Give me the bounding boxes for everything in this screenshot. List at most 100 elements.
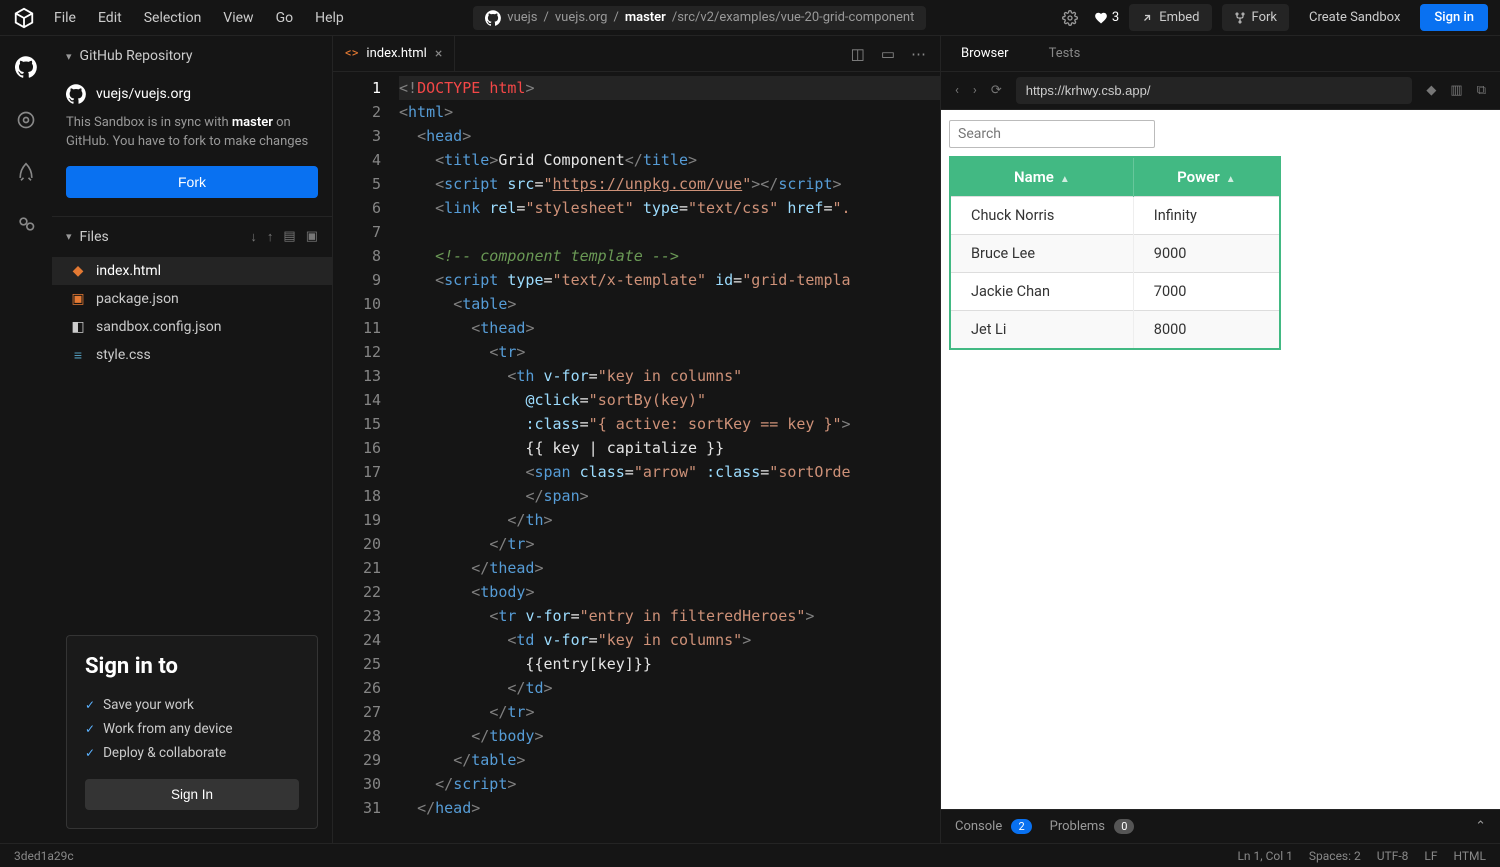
live-activity-icon[interactable] — [16, 214, 36, 238]
breadcrumb-branch: master — [625, 10, 666, 25]
nav-back-icon[interactable]: ‹ — [955, 83, 959, 98]
line-gutter: 1234567891011121314151617181920212223242… — [333, 72, 395, 843]
collapse-console-icon[interactable]: ⌃ — [1475, 819, 1486, 834]
menu-selection[interactable]: Selection — [144, 10, 202, 26]
github-icon — [485, 10, 501, 26]
table-row: Jet Li8000 — [950, 311, 1280, 350]
html-file-icon: ◆ — [70, 263, 86, 279]
likes-heart[interactable]: 3 — [1094, 4, 1119, 32]
file-item-sandbox-config[interactable]: ◧ sandbox.config.json — [52, 313, 332, 341]
preview-panel: Browser Tests ‹ › ⟳ ◆ ▥ ⧉ Search Name▲ P… — [940, 36, 1500, 843]
sort-arrow-icon: ▲ — [1060, 174, 1070, 185]
new-file-icon[interactable]: ▤ — [283, 229, 295, 244]
sync-status-text: This Sandbox is in sync with master on G… — [52, 114, 332, 166]
file-item-style-css[interactable]: ≡ style.css — [52, 341, 332, 370]
benefit-1: ✓Save your work — [85, 693, 299, 717]
code-content[interactable]: <!DOCTYPE html><html> <head> <title>Grid… — [395, 72, 940, 843]
editor-tab-index-html[interactable]: <> index.html × — [333, 36, 455, 71]
signin-card-title: Sign in to — [85, 654, 299, 679]
preview-footer: Console 2 Problems 0 ⌃ — [941, 809, 1500, 843]
preview-layout2-icon[interactable]: ▥ — [1450, 83, 1462, 98]
layout-icon[interactable]: ▭ — [881, 45, 895, 63]
status-encoding[interactable]: UTF-8 — [1377, 849, 1409, 863]
activity-bar — [0, 36, 52, 843]
data-table: Name▲ Power▲ Chuck NorrisInfinity Bruce … — [949, 156, 1281, 350]
close-tab-icon[interactable]: × — [435, 46, 442, 62]
sort-arrow-icon: ▲ — [1226, 174, 1236, 185]
breadcrumb-path: /src/v2/examples/vue-20-grid-component — [672, 10, 915, 25]
col-power-header[interactable]: Power▲ — [1133, 157, 1280, 197]
menu-go[interactable]: Go — [276, 10, 294, 26]
reload-icon[interactable]: ⟳ — [991, 83, 1002, 98]
embed-button[interactable]: Embed — [1129, 4, 1211, 31]
sidebar-repo-header[interactable]: ▾ GitHub Repository — [52, 36, 332, 76]
gear-icon[interactable] — [1056, 4, 1084, 32]
status-commit[interactable]: 3ded1a29c — [14, 849, 74, 863]
status-eol[interactable]: LF — [1424, 849, 1437, 863]
config-activity-icon[interactable] — [16, 110, 36, 134]
preview-layout1-icon[interactable]: ◆ — [1426, 83, 1436, 98]
editor: <> index.html × ◫ ▭ ⋯ 123456789101112131… — [333, 36, 940, 843]
table-row: Bruce Lee9000 — [950, 235, 1280, 273]
github-activity-icon[interactable] — [15, 56, 37, 82]
status-spaces[interactable]: Spaces: 2 — [1309, 849, 1361, 863]
menu-file[interactable]: File — [54, 10, 76, 26]
file-item-index-html[interactable]: ◆ index.html — [52, 257, 332, 285]
deploy-activity-icon[interactable] — [16, 162, 36, 186]
preview-external-icon[interactable]: ⧉ — [1477, 83, 1486, 98]
css-file-icon: ≡ — [70, 347, 86, 364]
menu-edit[interactable]: Edit — [98, 10, 122, 26]
chevron-down-icon: ▾ — [66, 50, 72, 63]
table-row: Chuck NorrisInfinity — [950, 197, 1280, 235]
box-file-icon: ◧ — [70, 319, 86, 335]
fork-button-sidebar[interactable]: Fork — [66, 166, 318, 198]
problems-count-badge: 0 — [1114, 819, 1134, 834]
files-header[interactable]: ▾ Files ↓ ↑ ▤ ▣ — [52, 216, 332, 257]
preview-address-bar: ‹ › ⟳ ◆ ▥ ⧉ — [941, 72, 1500, 110]
signin-card-button[interactable]: Sign In — [85, 779, 299, 810]
more-icon[interactable]: ⋯ — [911, 45, 926, 63]
menu-items: File Edit Selection View Go Help — [54, 10, 344, 26]
download-icon[interactable]: ↓ — [250, 229, 257, 245]
upload-icon[interactable]: ↑ — [267, 229, 274, 245]
problems-tab[interactable]: Problems 0 — [1050, 819, 1135, 834]
preview-content: Search Name▲ Power▲ Chuck NorrisInfinity… — [941, 110, 1500, 809]
new-folder-icon[interactable]: ▣ — [306, 229, 318, 244]
menu-view[interactable]: View — [223, 10, 253, 26]
editor-tabbar: <> index.html × ◫ ▭ ⋯ — [333, 36, 940, 72]
status-language[interactable]: HTML — [1454, 849, 1487, 863]
github-icon — [66, 84, 86, 104]
preview-tab-tests[interactable]: Tests — [1029, 36, 1101, 71]
benefit-2: ✓Work from any device — [85, 717, 299, 741]
likes-count: 3 — [1112, 10, 1119, 25]
menu-help[interactable]: Help — [315, 10, 344, 26]
split-editor-icon[interactable]: ◫ — [851, 45, 865, 63]
top-menubar: File Edit Selection View Go Help vuejs /… — [0, 0, 1500, 36]
signin-card: Sign in to ✓Save your work ✓Work from an… — [66, 635, 318, 829]
nav-forward-icon[interactable]: › — [973, 83, 977, 98]
repo-link[interactable]: vuejs/vuejs.org — [52, 76, 332, 114]
url-input[interactable] — [1016, 77, 1413, 104]
signin-button-top[interactable]: Sign in — [1420, 4, 1488, 31]
logo-icon[interactable] — [12, 6, 36, 30]
status-bar: 3ded1a29c Ln 1, Col 1 Spaces: 2 UTF-8 LF… — [0, 843, 1500, 867]
chevron-down-icon: ▾ — [66, 230, 72, 243]
preview-tab-browser[interactable]: Browser — [941, 36, 1029, 71]
sidebar: ▾ GitHub Repository vuejs/vuejs.org This… — [52, 36, 333, 843]
create-sandbox-button[interactable]: Create Sandbox — [1299, 4, 1410, 31]
editor-body[interactable]: 1234567891011121314151617181920212223242… — [333, 72, 940, 843]
breadcrumb-owner: vuejs — [507, 10, 537, 25]
breadcrumb-repo: vuejs.org — [555, 10, 608, 25]
breadcrumb[interactable]: vuejs / vuejs.org / master /src/v2/examp… — [473, 6, 926, 30]
table-row: Jackie Chan7000 — [950, 273, 1280, 311]
json-file-icon: ▣ — [70, 291, 86, 307]
fork-button-top[interactable]: Fork — [1222, 4, 1289, 31]
status-lncol[interactable]: Ln 1, Col 1 — [1237, 849, 1292, 863]
search-input[interactable]: Search — [949, 120, 1155, 148]
console-tab[interactable]: Console 2 — [955, 819, 1032, 834]
console-count-badge: 2 — [1011, 819, 1031, 834]
preview-tabs: Browser Tests — [941, 36, 1500, 72]
col-name-header[interactable]: Name▲ — [950, 157, 1133, 197]
benefit-3: ✓Deploy & collaborate — [85, 741, 299, 765]
file-item-package-json[interactable]: ▣ package.json — [52, 285, 332, 313]
